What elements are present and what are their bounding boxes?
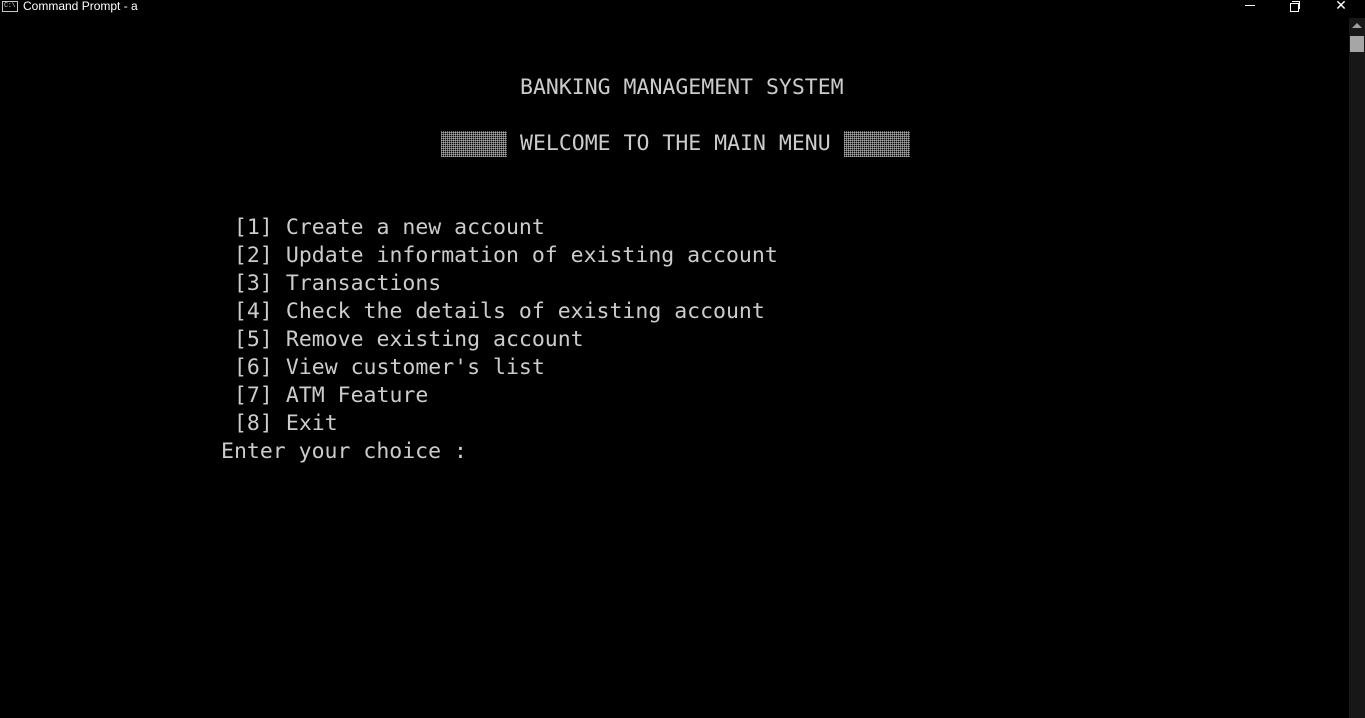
restore-icon <box>1290 1 1300 12</box>
scroll-thumb[interactable] <box>1350 36 1364 52</box>
app-icon-text: C:\ <box>4 2 16 10</box>
shade-block-right <box>843 131 910 157</box>
restore-button[interactable] <box>1273 0 1317 14</box>
close-button[interactable]: ✕ <box>1319 0 1363 14</box>
minimize-button[interactable] <box>1228 0 1272 14</box>
menu-header: WELCOME TO THE MAIN MENU <box>441 130 910 158</box>
menu-header-text: WELCOME TO THE MAIN MENU <box>520 131 831 156</box>
title-bar: C:\ Command Prompt - a ✕ <box>0 0 1365 14</box>
menu-item-8: [8] Exit <box>208 382 338 438</box>
system-title: BANKING MANAGEMENT SYSTEM <box>520 75 844 100</box>
choice-prompt[interactable]: Enter your choice : <box>221 438 467 466</box>
minimize-icon <box>1245 5 1255 6</box>
menu-item-number: [8] <box>233 411 273 436</box>
shade-block-left <box>441 131 507 157</box>
scroll-up-arrow-icon[interactable] <box>1352 23 1362 28</box>
menu-item-label: Exit <box>285 411 338 436</box>
command-prompt-icon: C:\ <box>2 1 18 12</box>
window-title: Command Prompt - a <box>23 0 138 13</box>
close-icon: ✕ <box>1335 0 1347 14</box>
vertical-scrollbar[interactable] <box>1349 18 1365 718</box>
